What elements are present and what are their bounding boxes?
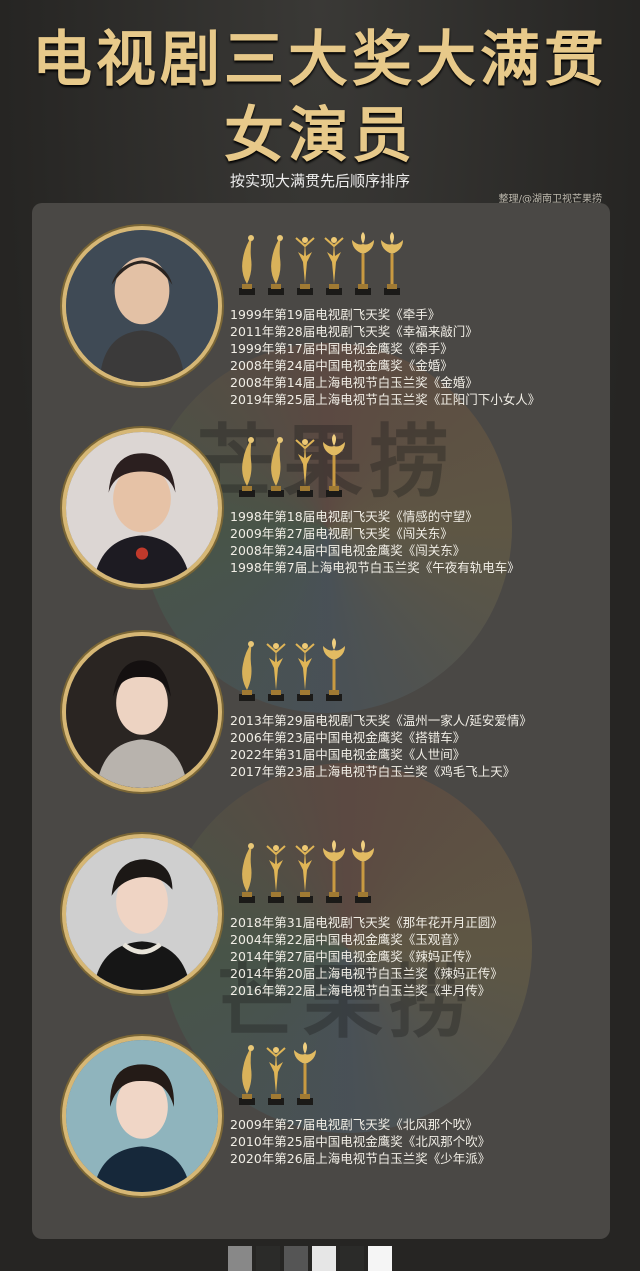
actress-row: 2018年第31届电视剧飞天奖《那年花开月正圆》 2004年第22届中国电视金鹰…	[32, 822, 610, 998]
jinying-trophy-icon	[295, 643, 315, 701]
award-item: 2019年第25届上海电视节白玉兰奖《正阳门下小女人》	[230, 392, 541, 407]
award-list: 2013年第29届电视剧飞天奖《温州一家人/延安爱情》 2006年第23届中国电…	[230, 712, 532, 780]
jinying-trophy-icon	[266, 1047, 286, 1105]
baiyulan-trophy-icon	[323, 434, 345, 497]
award-item: 2018年第31届电视剧飞天奖《那年花开月正圆》	[230, 915, 503, 930]
feitian-trophy-icon	[268, 437, 284, 497]
award-item: 2014年第20届上海电视节白玉兰奖《辣妈正传》	[230, 966, 503, 981]
feitian-trophy-icon	[268, 235, 284, 295]
award-item: 2009年第27届电视剧飞天奖《闯关东》	[230, 526, 453, 541]
baiyulan-trophy-icon	[352, 840, 374, 903]
award-item: 2013年第29届电视剧飞天奖《温州一家人/延安爱情》	[230, 713, 532, 728]
award-item: 2008年第24届中国电视金鹰奖《闯关东》	[230, 543, 466, 558]
award-item: 2009年第27届电视剧飞天奖《北风那个吹》	[230, 1117, 478, 1132]
strip-block	[256, 1246, 280, 1271]
strip-block	[284, 1246, 308, 1271]
bottom-strip	[228, 1246, 392, 1271]
baiyulan-trophy-icon	[381, 232, 403, 295]
actress-row: 2013年第29届电视剧飞天奖《温州一家人/延安爱情》 2006年第23届中国电…	[32, 620, 610, 792]
award-item: 1998年第18届电视剧飞天奖《情感的守望》	[230, 509, 478, 524]
feitian-trophy-icon	[239, 437, 255, 497]
strip-block	[368, 1246, 392, 1271]
award-item: 2014年第27届中国电视金鹰奖《辣妈正传》	[230, 949, 478, 964]
feitian-trophy-icon	[239, 1045, 255, 1105]
baiyulan-trophy-icon	[294, 1042, 316, 1105]
page-subtitle: 按实现大满贯先后顺序排序	[229, 172, 410, 190]
baiyulan-trophy-icon	[323, 840, 345, 903]
award-item: 2022年第31届中国电视金鹰奖《人世间》	[230, 747, 466, 762]
award-item: 1999年第19届电视剧飞天奖《牵手》	[230, 307, 441, 322]
award-item: 2020年第26届上海电视节白玉兰奖《少年派》	[230, 1151, 491, 1166]
strip-block	[340, 1246, 364, 1271]
award-item: 2016年第22届上海电视节白玉兰奖《芈月传》	[230, 983, 491, 998]
actress-portrait	[62, 834, 222, 994]
actress-portrait	[62, 632, 222, 792]
baiyulan-trophy-icon	[352, 232, 374, 295]
award-item: 2008年第24届中国电视金鹰奖《金婚》	[230, 358, 453, 373]
actress-row: 2009年第27届电视剧飞天奖《北风那个吹》 2010年第25届中国电视金鹰奖《…	[32, 1024, 610, 1196]
trophy-row	[234, 434, 347, 504]
actress-row: 1999年第19届电视剧飞天奖《牵手》 2011年第28届电视剧飞天奖《幸福来敲…	[32, 214, 610, 407]
feitian-trophy-icon	[239, 843, 255, 903]
award-list: 2009年第27届电视剧飞天奖《北风那个吹》 2010年第25届中国电视金鹰奖《…	[230, 1116, 490, 1167]
award-item: 2004年第22届中国电视金鹰奖《玉观音》	[230, 932, 466, 947]
jinying-trophy-icon	[295, 237, 315, 295]
actress-portrait	[62, 428, 222, 588]
page-title-line2: 女演员	[224, 101, 416, 171]
feitian-trophy-icon	[239, 641, 255, 701]
strip-block	[228, 1246, 252, 1271]
trophy-row	[234, 840, 376, 910]
award-item: 2017年第23届上海电视节白玉兰奖《鸡毛飞上天》	[230, 764, 516, 779]
jinying-trophy-icon	[266, 845, 286, 903]
actress-row: 1998年第18届电视剧飞天奖《情感的守望》 2009年第27届电视剧飞天奖《闯…	[32, 416, 610, 588]
jinying-trophy-icon	[266, 643, 286, 701]
jinying-trophy-icon	[295, 845, 315, 903]
award-list: 1999年第19届电视剧飞天奖《牵手》 2011年第28届电视剧飞天奖《幸福来敲…	[230, 306, 540, 408]
trophy-row	[234, 638, 347, 708]
award-item: 2006年第23届中国电视金鹰奖《搭错车》	[230, 730, 466, 745]
award-item: 2008年第14届上海电视节白玉兰奖《金婚》	[230, 375, 478, 390]
feitian-trophy-icon	[239, 235, 255, 295]
actress-portrait	[62, 1036, 222, 1196]
jinying-trophy-icon	[295, 439, 315, 497]
award-list: 2018年第31届电视剧飞天奖《那年花开月正圆》 2004年第22届中国电视金鹰…	[230, 914, 503, 999]
trophy-row	[234, 232, 405, 302]
page-title-line1: 电视剧三大奖大满贯	[32, 25, 608, 95]
actress-portrait	[62, 226, 222, 386]
award-item: 1998年第7届上海电视节白玉兰奖《午夜有轨电车》	[230, 560, 520, 575]
jinying-trophy-icon	[324, 237, 344, 295]
baiyulan-trophy-icon	[323, 638, 345, 701]
award-item: 2010年第25届中国电视金鹰奖《北风那个吹》	[230, 1134, 491, 1149]
award-item: 1999年第17届中国电视金鹰奖《牵手》	[230, 341, 453, 356]
strip-block	[312, 1246, 336, 1271]
award-list: 1998年第18届电视剧飞天奖《情感的守望》 2009年第27届电视剧飞天奖《闯…	[230, 508, 520, 576]
award-item: 2011年第28届电视剧飞天奖《幸福来敲门》	[230, 324, 478, 339]
trophy-row	[234, 1042, 318, 1112]
